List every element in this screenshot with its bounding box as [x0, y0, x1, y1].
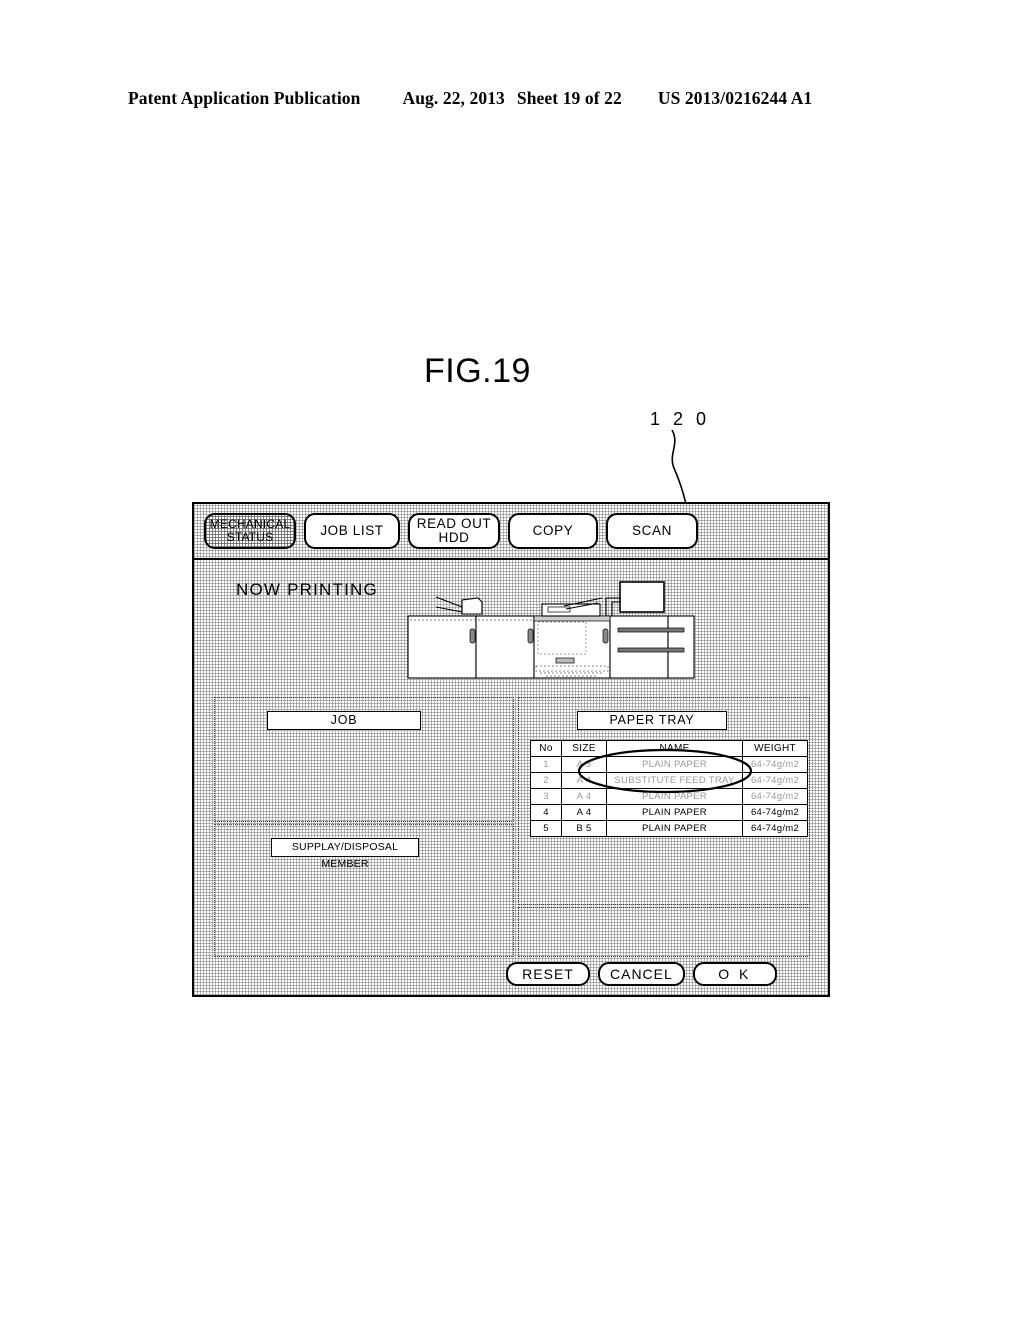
tab-copy-label: COPY [532, 523, 574, 539]
cell-no: 4 [530, 804, 562, 821]
job-panel: JOB [214, 697, 514, 822]
patent-number: US 2013/0216244 A1 [657, 88, 813, 108]
table-row[interactable]: 4 A 4 PLAIN PAPER 64-74g/m2 [530, 804, 808, 821]
cell-no: 3 [530, 788, 562, 805]
paper-tray-detail-panel [518, 907, 810, 957]
cell-name: PLAIN PAPER [606, 788, 743, 805]
table-header-row: No SIZE NAME WEIGHT [530, 740, 808, 757]
cell-weight: 64-74g/m2 [742, 772, 808, 789]
publication-label: Patent Application Publication [128, 88, 361, 108]
action-button-bar: RESET CANCEL O K [506, 962, 777, 986]
cancel-button-label: CANCEL [610, 966, 673, 982]
reference-numeral-120: 1 2 0 [650, 409, 711, 429]
cell-no: 2 [530, 772, 562, 789]
paper-tray-table: No SIZE NAME WEIGHT 1 A 3 PLAIN PAPER 64… [530, 740, 808, 837]
tab-read-out-hdd[interactable]: READ OUT HDD [408, 513, 500, 549]
cell-weight: 64-74g/m2 [742, 804, 808, 821]
column-header-no: No [530, 740, 562, 757]
tab-copy[interactable]: COPY [508, 513, 598, 549]
ok-button-label: O K [718, 966, 752, 982]
printer-illustration [406, 576, 696, 681]
cell-weight: 64-74g/m2 [742, 756, 808, 773]
operation-panel: MECHANICAL STATUS JOB LIST READ OUT HDD … [192, 502, 830, 997]
tab-read-out-hdd-line1: READ OUT [416, 515, 492, 531]
paper-tray-panel-title: PAPER TRAY [577, 711, 727, 730]
cancel-button[interactable]: CANCEL [598, 962, 685, 986]
supply-disposal-panel-title: SUPPLAY/DISPOSAL MEMBER [271, 838, 419, 870]
status-text: NOW PRINTING [236, 580, 378, 599]
table-row[interactable]: 5 B 5 PLAIN PAPER 64-74g/m2 [530, 820, 808, 837]
table-row[interactable]: 3 A 4 PLAIN PAPER 64-74g/m2 [530, 788, 808, 805]
tab-job-list-label: JOB LIST [320, 523, 384, 539]
cell-weight: 64-74g/m2 [742, 788, 808, 805]
table-row[interactable]: 2 A 4 SUBSTITUTE FEED TRAY 64-74g/m2 [530, 772, 808, 789]
cell-no: 5 [530, 820, 562, 837]
cell-name: SUBSTITUTE FEED TRAY [606, 772, 743, 789]
reset-button[interactable]: RESET [506, 962, 590, 986]
tab-mechanical-status-line2: STATUS [226, 530, 274, 544]
cell-size: B 5 [561, 820, 607, 837]
leader-line [671, 429, 687, 505]
cell-no: 1 [530, 756, 562, 773]
paper-tray-panel: PAPER TRAY No SIZE NAME WEIGHT 1 A 3 PLA… [518, 697, 810, 905]
column-header-name: NAME [606, 740, 743, 757]
cell-name: PLAIN PAPER [606, 804, 743, 821]
tab-scan-label: SCAN [632, 523, 672, 539]
cell-size: A 4 [561, 772, 607, 789]
cell-weight: 64-74g/m2 [742, 820, 808, 837]
tab-mechanical-status[interactable]: MECHANICAL STATUS [204, 513, 296, 549]
column-header-size: SIZE [561, 740, 607, 757]
tab-job-list[interactable]: JOB LIST [304, 513, 400, 549]
tab-scan[interactable]: SCAN [606, 513, 698, 549]
job-panel-title: JOB [267, 711, 421, 730]
figure-title: FIG.19 [424, 352, 531, 390]
cell-size: A 3 [561, 756, 607, 773]
cell-name: PLAIN PAPER [606, 756, 743, 773]
cell-size: A 4 [561, 804, 607, 821]
reset-button-label: RESET [522, 966, 574, 982]
cell-size: A 4 [561, 788, 607, 805]
patent-page-header: Patent Application Publication Aug. 22, … [128, 88, 896, 109]
cell-name: PLAIN PAPER [606, 820, 743, 837]
column-header-weight: WEIGHT [742, 740, 808, 757]
sheet-number: Sheet 19 of 22 [516, 88, 622, 108]
supply-disposal-panel: SUPPLAY/DISPOSAL MEMBER [214, 824, 514, 957]
tab-read-out-hdd-line2: HDD [438, 530, 470, 545]
table-row[interactable]: 1 A 3 PLAIN PAPER 64-74g/m2 [530, 756, 808, 773]
tab-bar: MECHANICAL STATUS JOB LIST READ OUT HDD … [194, 504, 828, 560]
publication-date: Aug. 22, 2013 [402, 88, 505, 108]
ok-button[interactable]: O K [692, 962, 777, 986]
